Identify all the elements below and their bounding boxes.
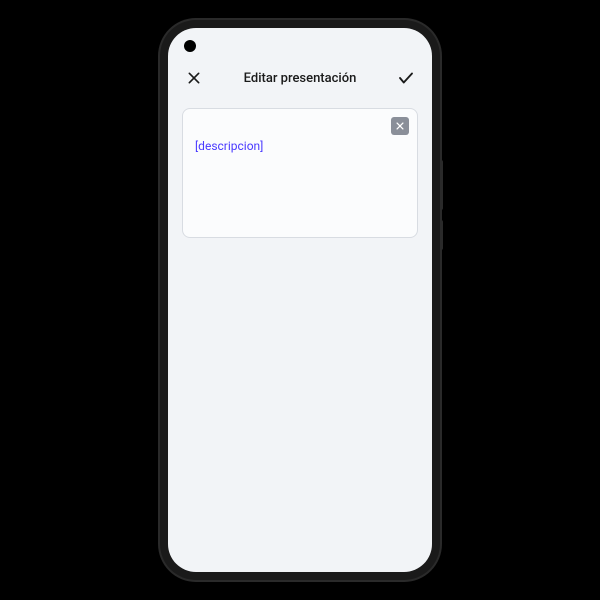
description-placeholder: [descripcion] [195,139,405,153]
confirm-button[interactable] [396,68,416,88]
close-icon [395,121,405,131]
phone-screen: Editar presentación [descripcion] [168,28,432,572]
close-button[interactable] [184,68,204,88]
card-remove-button[interactable] [391,117,409,135]
camera-hole [184,40,196,52]
description-card[interactable]: [descripcion] [182,108,418,238]
app-header: Editar presentación [168,58,432,98]
page-title: Editar presentación [244,71,357,86]
phone-frame: Editar presentación [descripcion] [160,20,440,580]
volume-button [440,220,443,250]
check-icon [397,69,415,87]
close-icon [186,70,202,86]
power-button [440,160,443,210]
app-content: Editar presentación [descripcion] [168,28,432,572]
